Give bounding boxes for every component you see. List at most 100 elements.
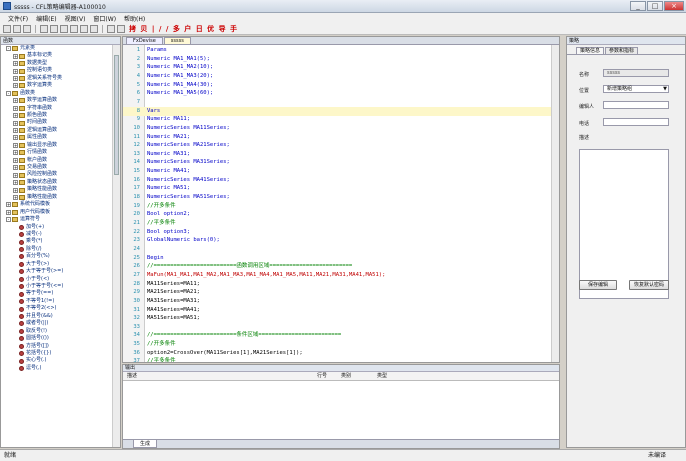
tree-item[interactable]: + 帐户函数: [1, 157, 113, 164]
tab-params-indicators[interactable]: 参数和指标: [605, 47, 639, 54]
tree-item[interactable]: 大于号(>): [1, 261, 113, 268]
tree-item[interactable]: 乘号(*): [1, 238, 113, 245]
menu-view[interactable]: 视图(V): [65, 14, 86, 23]
expand-icon[interactable]: +: [13, 165, 18, 171]
reset-password-button[interactable]: 恢复默认密码: [629, 280, 669, 290]
minimize-button[interactable]: _: [630, 1, 646, 11]
tree-item[interactable]: 小于号(<): [1, 276, 113, 283]
tree-item[interactable]: 逗号(,): [1, 365, 113, 372]
tree-item[interactable]: + 风险控制函数: [1, 171, 113, 178]
expand-icon[interactable]: +: [13, 142, 18, 148]
expand-icon[interactable]: +: [13, 172, 18, 178]
expand-icon[interactable]: +: [13, 83, 18, 89]
position-select[interactable]: 新增策略组 ▼: [603, 85, 669, 93]
redo-icon[interactable]: [50, 24, 58, 33]
tree-item[interactable]: + 数字运算类: [1, 82, 113, 89]
tree-item[interactable]: + 数据类型: [1, 60, 113, 67]
tree-item[interactable]: + 策略性能函数: [1, 186, 113, 193]
expand-icon[interactable]: +: [13, 105, 18, 111]
scroll-thumb[interactable]: [114, 55, 119, 175]
undo-icon[interactable]: [40, 24, 48, 33]
tab-fxdevise[interactable]: FxDevise: [126, 37, 163, 44]
tree-item[interactable]: + 逻辑关系符号类: [1, 75, 113, 82]
tree-item[interactable]: 不等号1(!=): [1, 298, 113, 305]
tree-item[interactable]: 或者号(||): [1, 320, 113, 327]
tree-item[interactable]: + 时间函数: [1, 119, 113, 126]
tree-item[interactable]: 圆括号(()): [1, 335, 113, 342]
expand-icon[interactable]: +: [13, 157, 18, 163]
description-textarea[interactable]: [579, 149, 669, 299]
maximize-button[interactable]: □: [647, 1, 663, 11]
find-icon[interactable]: [90, 24, 98, 33]
open-icon[interactable]: [13, 24, 21, 33]
tree-item[interactable]: + 策略性能函数: [1, 194, 113, 201]
tree-item[interactable]: 小于等于号(<=): [1, 283, 113, 290]
expand-icon[interactable]: +: [13, 180, 18, 186]
tree-item[interactable]: + 交易函数: [1, 164, 113, 171]
menu-help[interactable]: 帮助(H): [124, 14, 145, 23]
expand-icon[interactable]: +: [13, 98, 18, 104]
tree-item[interactable]: 加号(+): [1, 224, 113, 231]
expand-icon[interactable]: +: [13, 194, 18, 200]
collapse-icon[interactable]: -: [6, 217, 11, 223]
tree-scrollbar[interactable]: [112, 45, 120, 447]
tree-item[interactable]: 减号(-): [1, 231, 113, 238]
tree-item[interactable]: 大于等于号(>=): [1, 268, 113, 275]
menu-window[interactable]: 窗口(W): [93, 14, 116, 23]
expand-icon[interactable]: +: [13, 61, 18, 67]
tree-item[interactable]: 除号(/): [1, 246, 113, 253]
expand-icon[interactable]: +: [13, 53, 18, 59]
tree-item[interactable]: + 输出显示函数: [1, 142, 113, 149]
new-icon[interactable]: [3, 24, 11, 33]
expand-icon[interactable]: +: [13, 120, 18, 126]
save-button[interactable]: 保存编辑: [579, 280, 617, 290]
compile-icon[interactable]: [107, 24, 115, 33]
expand-icon[interactable]: +: [6, 209, 11, 215]
author-field[interactable]: [603, 101, 669, 109]
tree-item[interactable]: 等于号(==): [1, 290, 113, 297]
tree-item[interactable]: + 基本标记类: [1, 52, 113, 59]
expand-icon[interactable]: +: [13, 187, 18, 193]
name-field[interactable]: sssss: [603, 69, 669, 77]
tree-item[interactable]: + 用户代码模板: [1, 209, 113, 216]
expand-icon[interactable]: +: [13, 135, 18, 141]
cut-icon[interactable]: [60, 24, 68, 33]
tree-item[interactable]: + 行情函数: [1, 149, 113, 156]
collapse-icon[interactable]: -: [6, 46, 11, 52]
run-icon[interactable]: [117, 24, 125, 33]
expand-icon[interactable]: +: [6, 202, 11, 208]
tree-item[interactable]: + 字符串函数: [1, 105, 113, 112]
save-icon[interactable]: [23, 24, 31, 33]
collapse-icon[interactable]: -: [6, 90, 11, 96]
tab-strategy-info[interactable]: 策略信息: [576, 47, 605, 54]
tree-item[interactable]: 并且号(&&): [1, 313, 113, 320]
expand-icon[interactable]: +: [13, 128, 18, 134]
tree-item[interactable]: - 函数类: [1, 90, 113, 97]
menu-file[interactable]: 文件(F): [8, 14, 28, 23]
tree-item[interactable]: + 属性函数: [1, 134, 113, 141]
tree-item[interactable]: 取反号(!): [1, 328, 113, 335]
tree-item[interactable]: - 运算符号: [1, 216, 113, 223]
close-button[interactable]: ×: [664, 1, 684, 11]
expand-icon[interactable]: +: [13, 113, 18, 119]
tree-item[interactable]: + 策略状态函数: [1, 179, 113, 186]
tree-item[interactable]: + 颜色函数: [1, 112, 113, 119]
copy-icon[interactable]: [70, 24, 78, 33]
menu-edit[interactable]: 编辑(E): [36, 14, 56, 23]
expand-icon[interactable]: +: [13, 75, 18, 81]
phone-field[interactable]: [603, 118, 669, 126]
tree-item[interactable]: 不等号2(<>): [1, 305, 113, 312]
tree-item[interactable]: 实心号(.): [1, 357, 113, 364]
expand-icon[interactable]: +: [13, 150, 18, 156]
tree-item[interactable]: 百分号(%): [1, 253, 113, 260]
toolbar-quick-text[interactable]: 拷 贝 | / / 多 户 日 优 导 手: [129, 24, 238, 34]
tab-build[interactable]: 生成: [133, 440, 158, 448]
tree-item[interactable]: + 系统代码模板: [1, 201, 113, 208]
editor-scrollbar[interactable]: [551, 45, 559, 362]
tab-sssss[interactable]: sssss: [163, 37, 191, 44]
tree-item[interactable]: 花括号({}): [1, 350, 113, 357]
expand-icon[interactable]: +: [13, 68, 18, 74]
tree-item[interactable]: + 控制语句类: [1, 67, 113, 74]
tree-item[interactable]: + 逻辑运算函数: [1, 127, 113, 134]
tree-item[interactable]: - 元素类: [1, 45, 113, 52]
